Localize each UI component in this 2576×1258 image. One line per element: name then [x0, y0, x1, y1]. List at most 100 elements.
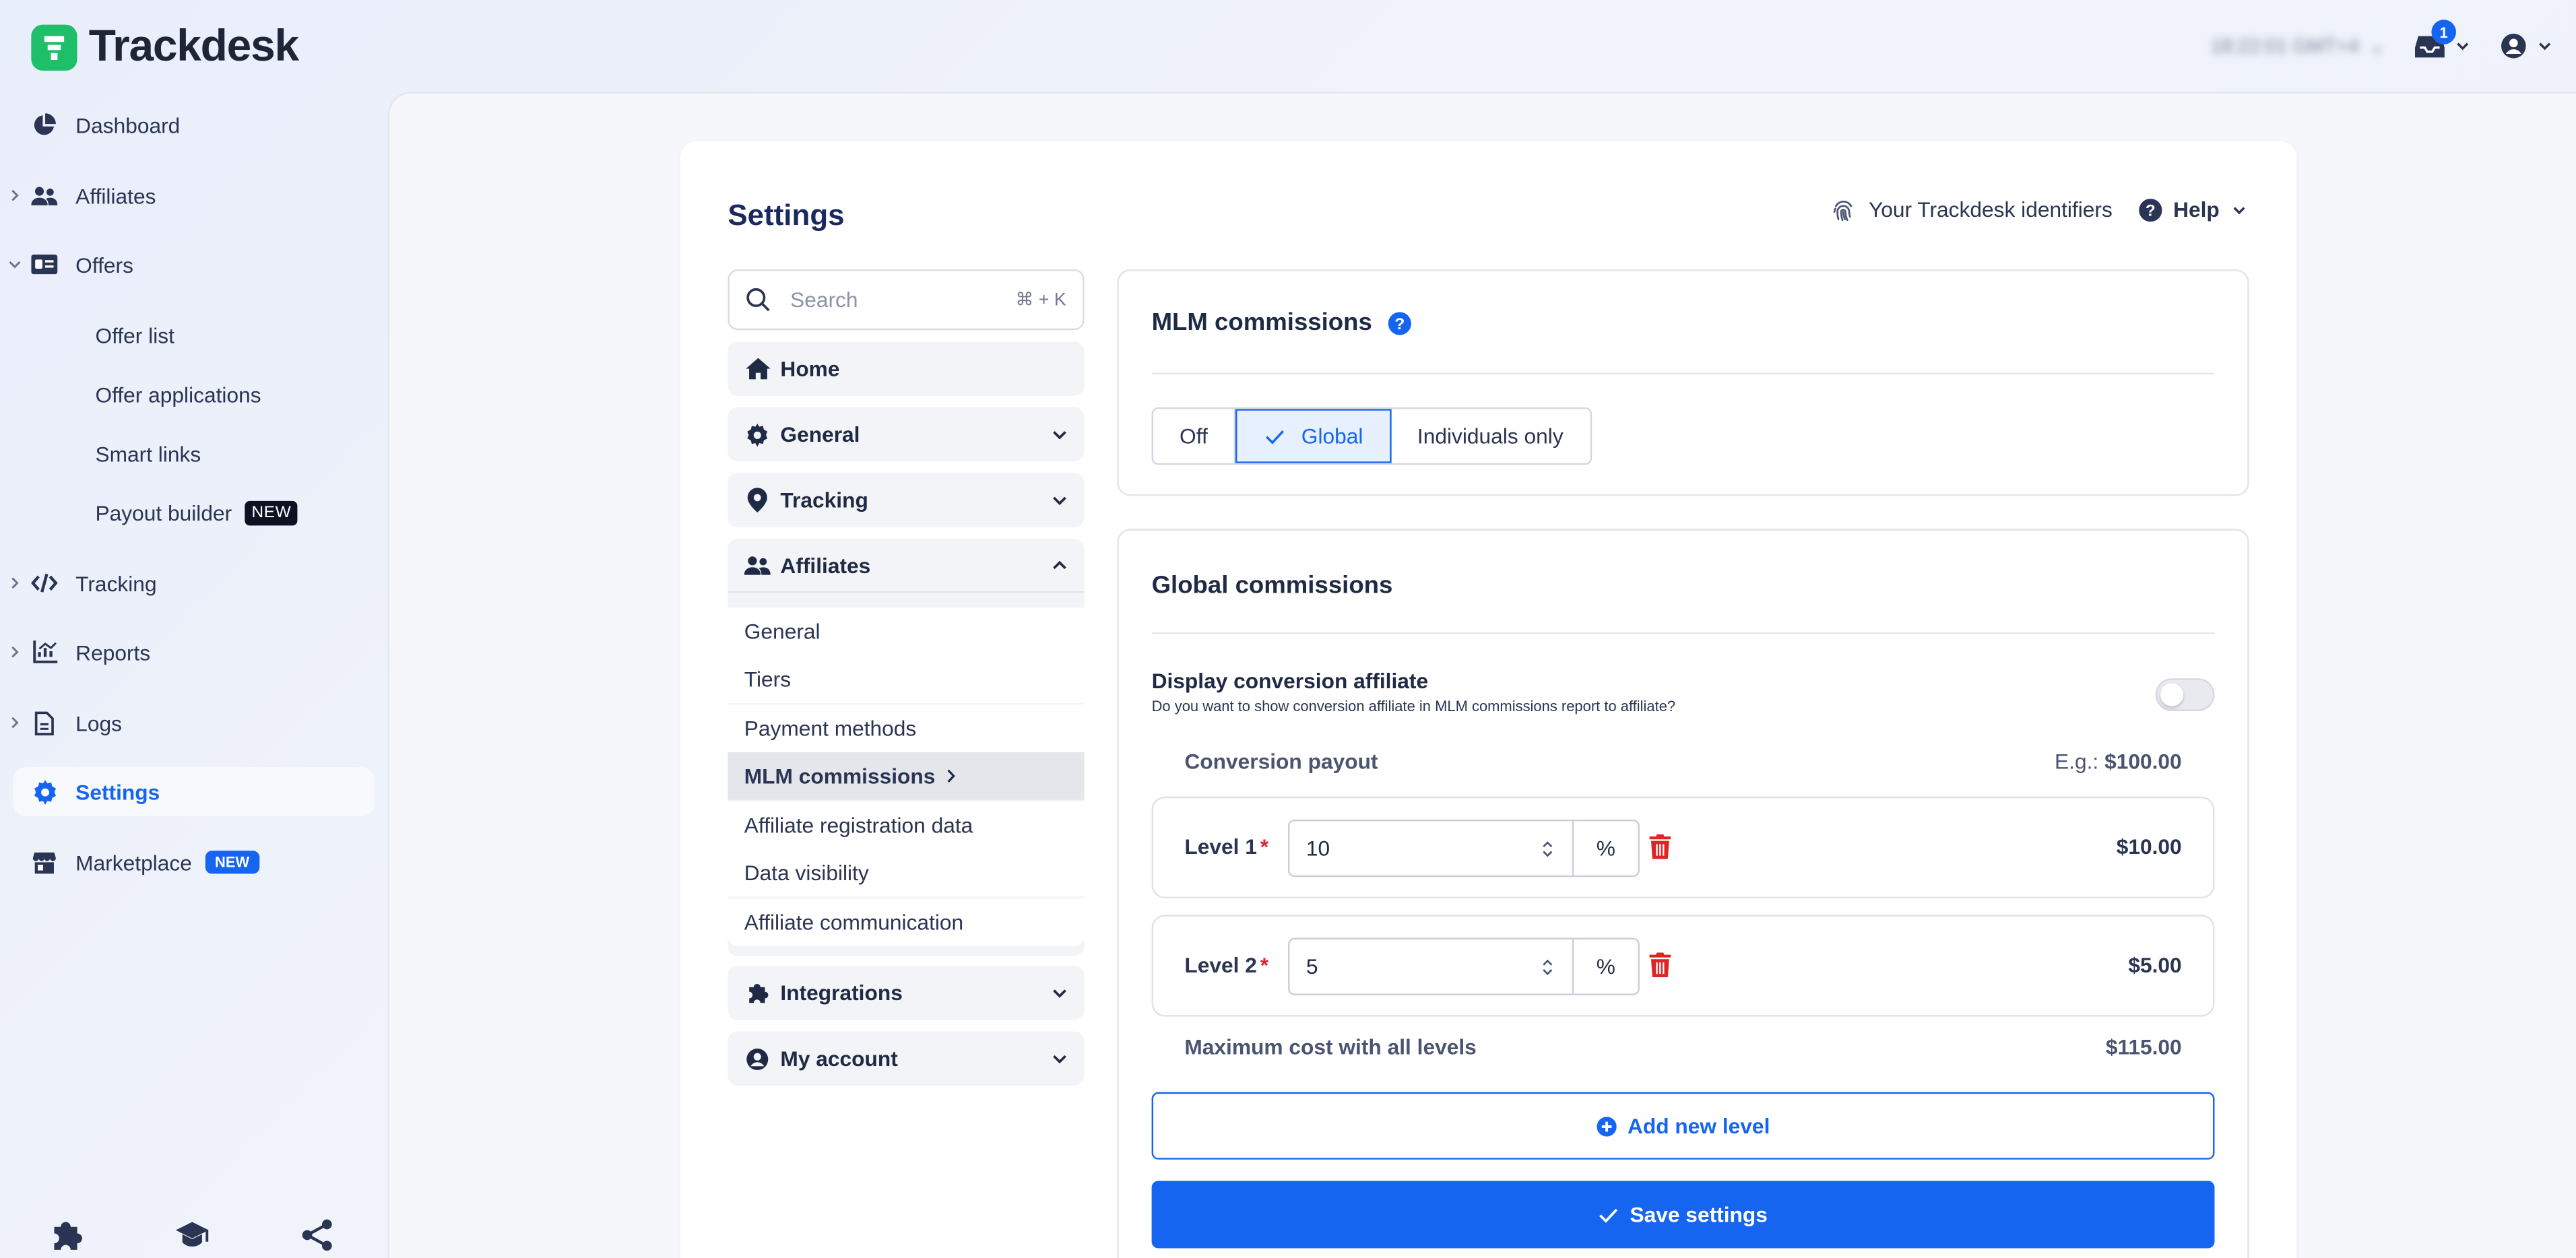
maximum-cost-label: Maximum cost with all levels	[1184, 1034, 1477, 1060]
clock-text: 18:22:01 GMT+4	[2210, 34, 2359, 58]
identifiers-link[interactable]: Your Trackdesk identifiers	[1832, 197, 2113, 222]
users-icon	[26, 185, 63, 206]
puzzle-icon[interactable]	[49, 1217, 86, 1253]
chevron-down-icon	[1052, 492, 1068, 508]
help-label: Help	[2173, 197, 2220, 222]
svg-text:?: ?	[1395, 314, 1405, 333]
sidebar-item-reports[interactable]: Reports	[0, 628, 375, 677]
settings-nav-tracking[interactable]: Tracking	[728, 473, 1085, 527]
trackdesk-logo[interactable]: Trackdesk	[31, 21, 299, 73]
maximum-cost-row: Maximum cost with all levels $115.00	[1184, 1034, 2181, 1059]
chevron-right-icon	[0, 645, 23, 659]
sidebar-item-affiliates[interactable]: Affiliates	[0, 171, 375, 220]
subitem-label: Offer applications	[95, 382, 261, 407]
share-icon[interactable]	[299, 1217, 335, 1253]
nav-label: My account	[780, 1046, 898, 1071]
question-circle-icon: ?	[2138, 197, 2162, 222]
settings-subnav-tiers[interactable]: Tiers	[728, 655, 1085, 703]
settings-subnav-data-visibility[interactable]: Data visibility	[728, 849, 1085, 897]
sidebar-item-label: Marketplace	[75, 850, 192, 875]
sidebar-item-label: Settings	[75, 779, 160, 804]
help-dropdown[interactable]: ? Help	[2138, 197, 2247, 222]
stepper-icon[interactable]	[1536, 838, 1559, 858]
level-label-text: Level 2	[1184, 952, 1257, 978]
subnav-label: Data visibility	[744, 860, 869, 886]
notifications-button[interactable]: 1	[2415, 20, 2471, 59]
save-settings-button[interactable]: Save settings	[1151, 1181, 2215, 1249]
plus-circle-icon	[1596, 1116, 1616, 1136]
add-new-level-button[interactable]: Add new level	[1151, 1092, 2215, 1160]
nav-label: General	[780, 422, 860, 447]
sidebar-item-dashboard[interactable]: Dashboard	[0, 100, 375, 150]
question-circle-icon[interactable]: ?	[1388, 311, 1412, 335]
settings-nav-my-account[interactable]: My account	[728, 1031, 1085, 1086]
mode-label: Global	[1301, 424, 1363, 449]
divider	[1151, 372, 2215, 375]
button-label: Save settings	[1630, 1202, 1768, 1227]
level-label: Level 2 *	[1184, 952, 1268, 977]
sidebar-subitem-payout-builder[interactable]: Payout builder NEW	[95, 493, 298, 533]
button-label: Add new level	[1627, 1113, 1770, 1139]
new-badge: NEW	[245, 500, 298, 525]
home-icon	[744, 358, 771, 380]
sidebar-item-logs[interactable]: Logs	[0, 698, 375, 747]
clock-dropdown[interactable]: 18:22:01 GMT+4 ⌄	[2210, 34, 2385, 57]
level-row: Level 2 * 5 % $5.00	[1151, 915, 2215, 1017]
nav-label: Tracking	[780, 488, 868, 512]
display-conversion-affiliate-toggle[interactable]	[2155, 678, 2215, 711]
level-row: Level 1 * 10 % $10.00	[1151, 796, 2215, 899]
account-menu-button[interactable]	[2501, 33, 2553, 59]
settings-card: Settings Your Trackdesk identifiers ? He…	[680, 141, 2297, 1258]
sidebar-item-settings[interactable]: Settings	[0, 766, 375, 817]
level-amount: $5.00	[2128, 952, 2182, 978]
sidebar-item-offers[interactable]: Offers	[0, 240, 375, 289]
mode-label: Individuals only	[1417, 424, 1564, 449]
sidebar-bottom-actions	[49, 1217, 335, 1253]
chevron-down-icon	[1052, 1051, 1068, 1067]
sidebar: Dashboard Affiliates Offers Offer list O…	[0, 92, 388, 1258]
sidebar-item-label: Logs	[75, 710, 122, 735]
settings-nav-home[interactable]: Home	[728, 341, 1085, 396]
example-prefix: E.g.:	[2054, 749, 2099, 774]
file-icon	[26, 710, 63, 735]
settings-subnav-affiliate-registration-data[interactable]: Affiliate registration data	[728, 801, 1085, 849]
sidebar-item-label: Tracking	[75, 570, 157, 596]
level-label: Level 1 *	[1184, 834, 1268, 859]
sidebar-subitem-offer-list[interactable]: Offer list	[95, 315, 174, 355]
mode-option-global[interactable]: Global	[1235, 409, 1391, 463]
sidebar-item-tracking[interactable]: Tracking	[0, 558, 375, 607]
trash-icon[interactable]	[1649, 952, 1671, 978]
logo-text: Trackdesk	[88, 21, 299, 71]
settings-nav-integrations[interactable]: Integrations	[728, 966, 1085, 1020]
id-card-icon	[26, 255, 63, 275]
settings-nav-general[interactable]: General	[728, 407, 1085, 462]
level-percentage-input[interactable]: 5 %	[1288, 937, 1640, 995]
pie-chart-icon	[26, 113, 63, 136]
trash-icon[interactable]	[1649, 834, 1671, 859]
sidebar-subitem-smart-links[interactable]: Smart links	[95, 434, 201, 473]
graduation-cap-icon[interactable]	[174, 1217, 211, 1253]
sidebar-item-marketplace[interactable]: Marketplace NEW	[0, 838, 375, 887]
stepper-icon[interactable]	[1536, 957, 1559, 976]
settings-subnav-mlm-commissions[interactable]: MLM commissions	[728, 752, 1085, 800]
sidebar-subitem-offer-applications[interactable]: Offer applications	[95, 374, 261, 414]
settings-subnav-payment-methods[interactable]: Payment methods	[728, 704, 1085, 752]
chevron-down-icon: ⌄	[2369, 34, 2386, 58]
settings-subnav-general[interactable]: General	[728, 607, 1085, 656]
subitem-label: Smart links	[95, 440, 201, 466]
input-value: 5	[1306, 954, 1318, 979]
settings-search[interactable]: Search ⌘ + K	[728, 269, 1085, 331]
settings-subnav-affiliate-communication[interactable]: Affiliate communication	[728, 898, 1085, 946]
logo-icon	[31, 24, 77, 70]
level-percentage-input[interactable]: 10 %	[1288, 819, 1640, 878]
search-icon	[746, 288, 770, 312]
global-section-title: Global commissions	[1151, 571, 1393, 600]
mode-option-individuals-only[interactable]: Individuals only	[1391, 409, 1590, 463]
chevron-down-icon	[2457, 42, 2469, 51]
mode-option-off[interactable]: Off	[1153, 409, 1236, 463]
conversion-payout-label: Conversion payout	[1184, 749, 1378, 774]
fingerprint-icon	[1834, 199, 1853, 220]
settings-nav-affiliates[interactable]: Affiliates	[728, 539, 1085, 593]
subnav-label: Affiliate communication	[744, 910, 964, 935]
nav-label: Affiliates	[780, 552, 871, 578]
